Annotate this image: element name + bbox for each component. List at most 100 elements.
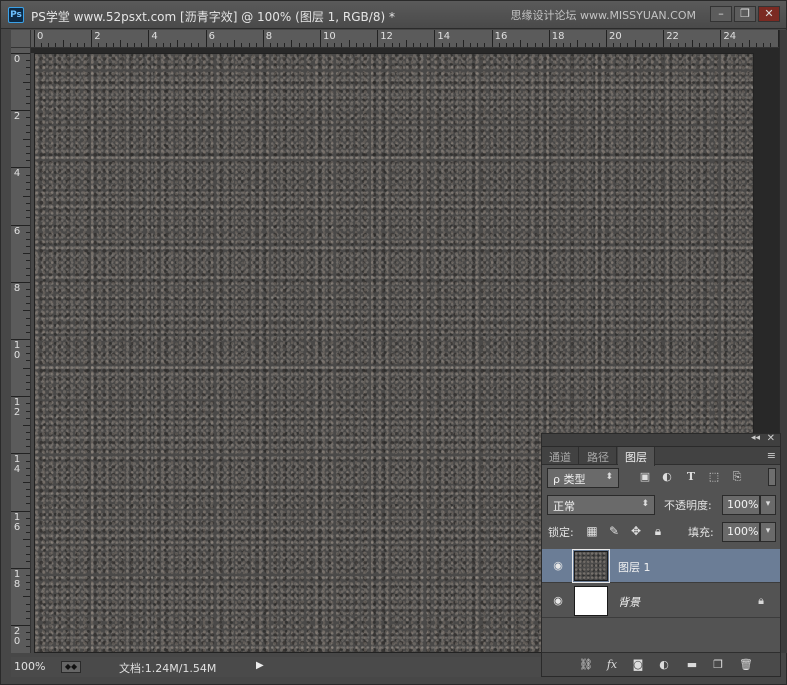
layer-row-layer-1[interactable]: ◉ 图层 1: [542, 549, 780, 583]
shape-filter-icon[interactable]: ⬚: [707, 470, 721, 484]
tab-layers[interactable]: 图层: [618, 447, 655, 466]
vertical-ruler[interactable]: 0 2 4 6 8 1 0 1 2 1 4 1 6 1 8 2 0: [11, 48, 31, 653]
ruler-tick: [84, 43, 86, 47]
ruler-tick: [126, 43, 128, 47]
ruler-tick: [26, 131, 30, 133]
ruler-tick: [62, 40, 64, 47]
ruler-tick: [684, 43, 686, 47]
fill-input[interactable]: 100%: [722, 522, 760, 542]
layer-name[interactable]: 图层 1: [618, 559, 651, 575]
adjustment-layer-icon[interactable]: ◐: [656, 657, 672, 673]
ruler-tick: [763, 43, 765, 47]
add-mask-icon[interactable]: ◙: [630, 657, 646, 673]
ruler-tick: [198, 43, 200, 47]
ruler-tick: [191, 43, 193, 47]
ruler-tick: [26, 153, 30, 155]
ruler-tick: [26, 360, 30, 362]
ruler-tick: [26, 188, 30, 190]
image-filter-icon[interactable]: ▣: [638, 470, 652, 484]
ruler-tick: [26, 589, 30, 591]
close-panel-icon[interactable]: ✕: [767, 433, 775, 444]
ruler-tick: [141, 43, 143, 47]
chevron-down-icon: ⬍: [605, 472, 613, 482]
filter-toggle-switch[interactable]: [768, 468, 776, 486]
ruler-tick: [148, 30, 150, 47]
lock-all-icon[interactable]: 🔒︎: [651, 524, 665, 538]
ruler-tick: [26, 260, 30, 262]
ruler-tick: [26, 331, 30, 333]
ruler-tick: [720, 30, 722, 47]
ruler-tick: [534, 43, 536, 47]
blend-mode-dropdown[interactable]: 正常 ⬍: [547, 495, 655, 515]
zoom-level[interactable]: 100%: [14, 660, 45, 673]
ruler-tick: [241, 43, 243, 47]
tab-channels[interactable]: 通道: [542, 447, 579, 465]
ruler-tick: [26, 374, 30, 376]
ruler-tick: [26, 474, 30, 476]
lock-image-pixels-icon[interactable]: ✎: [607, 524, 621, 538]
panel-footer: ⛓ fx ◙ ◐ ▬ ❐ 🗑︎: [542, 652, 780, 676]
horizontal-ruler[interactable]: 0 2 4 6 8 10 12 14 16 18 20 22 24: [31, 30, 779, 48]
minimize-button[interactable]: –: [710, 6, 732, 22]
ruler-label: 4: [13, 168, 21, 180]
new-layer-icon[interactable]: ❐: [710, 657, 726, 673]
ruler-tick: [527, 43, 529, 47]
ruler-tick: [26, 238, 30, 240]
ruler-tick: [634, 40, 636, 47]
ruler-tick: [155, 43, 157, 47]
adjustment-filter-icon[interactable]: ◐: [660, 470, 674, 484]
tab-paths[interactable]: 路径: [580, 447, 617, 465]
smart-object-filter-icon[interactable]: ⎘: [730, 470, 744, 484]
lock-transparency-icon[interactable]: ▦: [585, 524, 599, 538]
ruler-tick: [23, 424, 30, 426]
restore-button[interactable]: ❐: [734, 6, 756, 22]
window-controls: – ❐ ✕: [710, 6, 780, 22]
status-bar: 100% ◆◆ 文档:1.24M/1.54M ▶: [11, 657, 541, 677]
site-watermark: 思缘设计论坛 www.MISSYUAN.COM: [510, 9, 696, 22]
ruler-tick: [749, 40, 750, 47]
link-layers-icon[interactable]: ⛓: [578, 657, 594, 673]
status-menu-arrow-icon[interactable]: ▶: [256, 660, 264, 671]
fill-slider-toggle[interactable]: ▾: [760, 522, 776, 542]
ruler-tick: [26, 410, 30, 412]
type-filter-icon[interactable]: T: [684, 470, 698, 484]
panel-header: ◂◂ ✕: [542, 433, 780, 447]
collapse-panel-icon[interactable]: ◂◂: [751, 433, 760, 443]
filter-type-dropdown[interactable]: ρ 类型 ⬍: [547, 468, 619, 488]
close-button[interactable]: ✕: [758, 6, 780, 22]
filter-type-label: ρ 类型: [553, 473, 586, 486]
panel-menu-icon[interactable]: ≡: [767, 449, 776, 462]
visibility-eye-icon[interactable]: ◉: [551, 595, 565, 607]
ruler-tick: [26, 317, 30, 319]
ruler-label: 14: [437, 31, 451, 42]
ruler-tick: [663, 30, 665, 47]
ruler-tick: [55, 43, 57, 47]
ruler-tick: [23, 253, 30, 255]
ruler-tick: [23, 196, 30, 197]
ruler-tick: [370, 43, 372, 47]
ruler-tick: [348, 40, 350, 47]
status-view-icon[interactable]: ◆◆: [61, 661, 81, 673]
ruler-tick: [26, 145, 30, 147]
visibility-eye-icon[interactable]: ◉: [551, 560, 565, 572]
ruler-tick: [470, 43, 472, 47]
ruler-tick: [441, 43, 443, 47]
ruler-tick: [23, 482, 30, 483]
ruler-tick: [484, 43, 486, 47]
delete-layer-icon[interactable]: 🗑︎: [738, 657, 754, 673]
ruler-tick: [26, 231, 30, 233]
ruler-tick: [563, 43, 565, 47]
ruler-tick: [26, 88, 30, 90]
lock-position-icon[interactable]: ✥: [629, 524, 643, 538]
fx-icon[interactable]: fx: [604, 657, 620, 673]
ruler-tick: [23, 596, 30, 598]
new-group-icon[interactable]: ▬: [684, 657, 700, 673]
layer-row-background[interactable]: ◉ 背景 🔒︎: [542, 584, 780, 618]
lock-row: 锁定: ▦ ✎ ✥ 🔒︎ 填充: 100% ▾: [542, 519, 780, 546]
opacity-input[interactable]: 100%: [722, 495, 760, 515]
ruler-tick: [498, 43, 500, 47]
opacity-slider-toggle[interactable]: ▾: [760, 495, 776, 515]
ruler-tick: [23, 81, 30, 83]
layer-name[interactable]: 背景: [618, 594, 640, 610]
ruler-origin[interactable]: [11, 30, 31, 48]
